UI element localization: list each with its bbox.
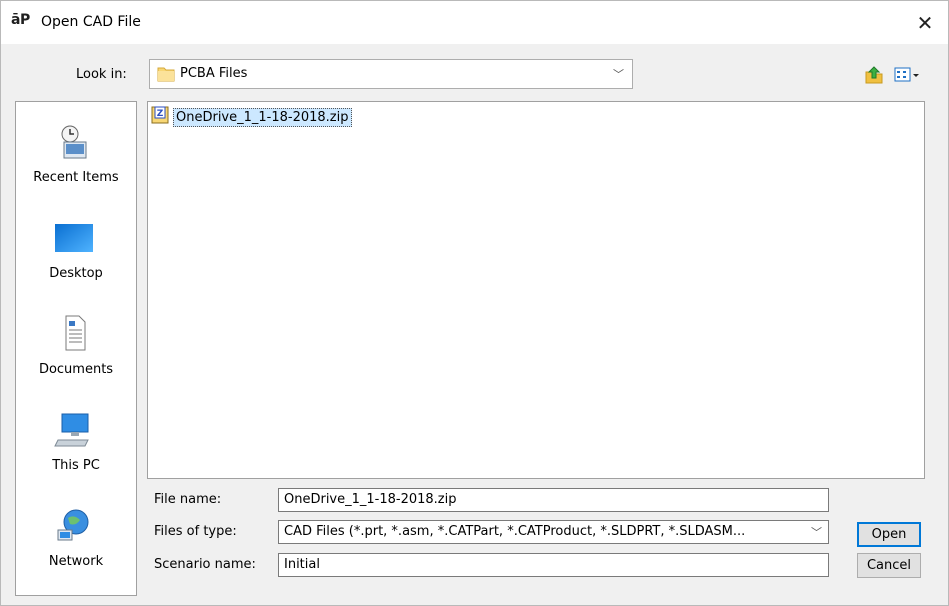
file-name-input[interactable]: OneDrive_1_1-18-2018.zip [278,488,829,512]
place-network[interactable]: Network [16,508,136,600]
file-type-select[interactable]: CAD Files (*.prt, *.asm, *.CATPart, *.CA… [278,520,829,544]
look-in-label: Look in: [76,67,127,82]
place-label: Recent Items [33,170,119,185]
scenario-name-input[interactable]: Initial [278,553,829,577]
zip-file-icon: Z [151,106,169,128]
app-logo: āP [11,12,30,28]
places-bar: Recent Items Desktop Documents This PC N… [15,101,137,596]
svg-text:Z: Z [157,109,164,119]
title-bar: āP Open CAD File ✕ [1,1,948,44]
file-name-value: OneDrive_1_1-18-2018.zip [284,492,457,507]
view-menu-icon[interactable] [894,67,920,87]
place-label: Network [48,554,104,569]
list-item[interactable]: Z OneDrive_1_1-18-2018.zip [151,106,352,128]
scenario-name-label: Scenario name: [154,557,256,572]
place-this-pc[interactable]: This PC [16,410,136,502]
look-in-dropdown[interactable]: PCBA Files ﹀ [149,59,633,89]
scenario-name-value: Initial [284,557,320,572]
place-label: This PC [52,458,100,473]
open-cad-file-dialog: āP Open CAD File ✕ Look in: PCBA Files ﹀ [0,0,949,606]
place-recent-items[interactable]: Recent Items [16,122,136,214]
up-folder-icon[interactable] [864,65,884,89]
file-list[interactable]: Z OneDrive_1_1-18-2018.zip [147,101,925,479]
close-button[interactable]: ✕ [902,1,948,44]
folder-icon [157,65,175,87]
place-documents[interactable]: Documents [16,314,136,406]
this-pc-icon [54,410,94,450]
file-type-label: Files of type: [154,524,237,539]
place-label: Desktop [49,266,103,281]
chevron-down-icon: ﹀ [613,68,624,81]
file-type-value: CAD Files (*.prt, *.asm, *.CATPart, *.CA… [284,524,746,539]
file-name-label: File name: [154,492,222,507]
network-icon [54,508,94,548]
recent-items-icon [54,122,94,162]
place-label: Documents [38,362,114,377]
desktop-icon [54,220,94,260]
dialog-title: Open CAD File [41,14,141,30]
chevron-down-icon: ﹀ [811,526,822,539]
cancel-button[interactable]: Cancel [857,553,921,578]
open-button[interactable]: Open [857,522,921,547]
file-name: OneDrive_1_1-18-2018.zip [173,107,352,127]
look-in-value: PCBA Files [180,66,248,81]
close-icon: ✕ [916,10,934,35]
documents-icon [54,314,94,354]
place-desktop[interactable]: Desktop [16,220,136,312]
